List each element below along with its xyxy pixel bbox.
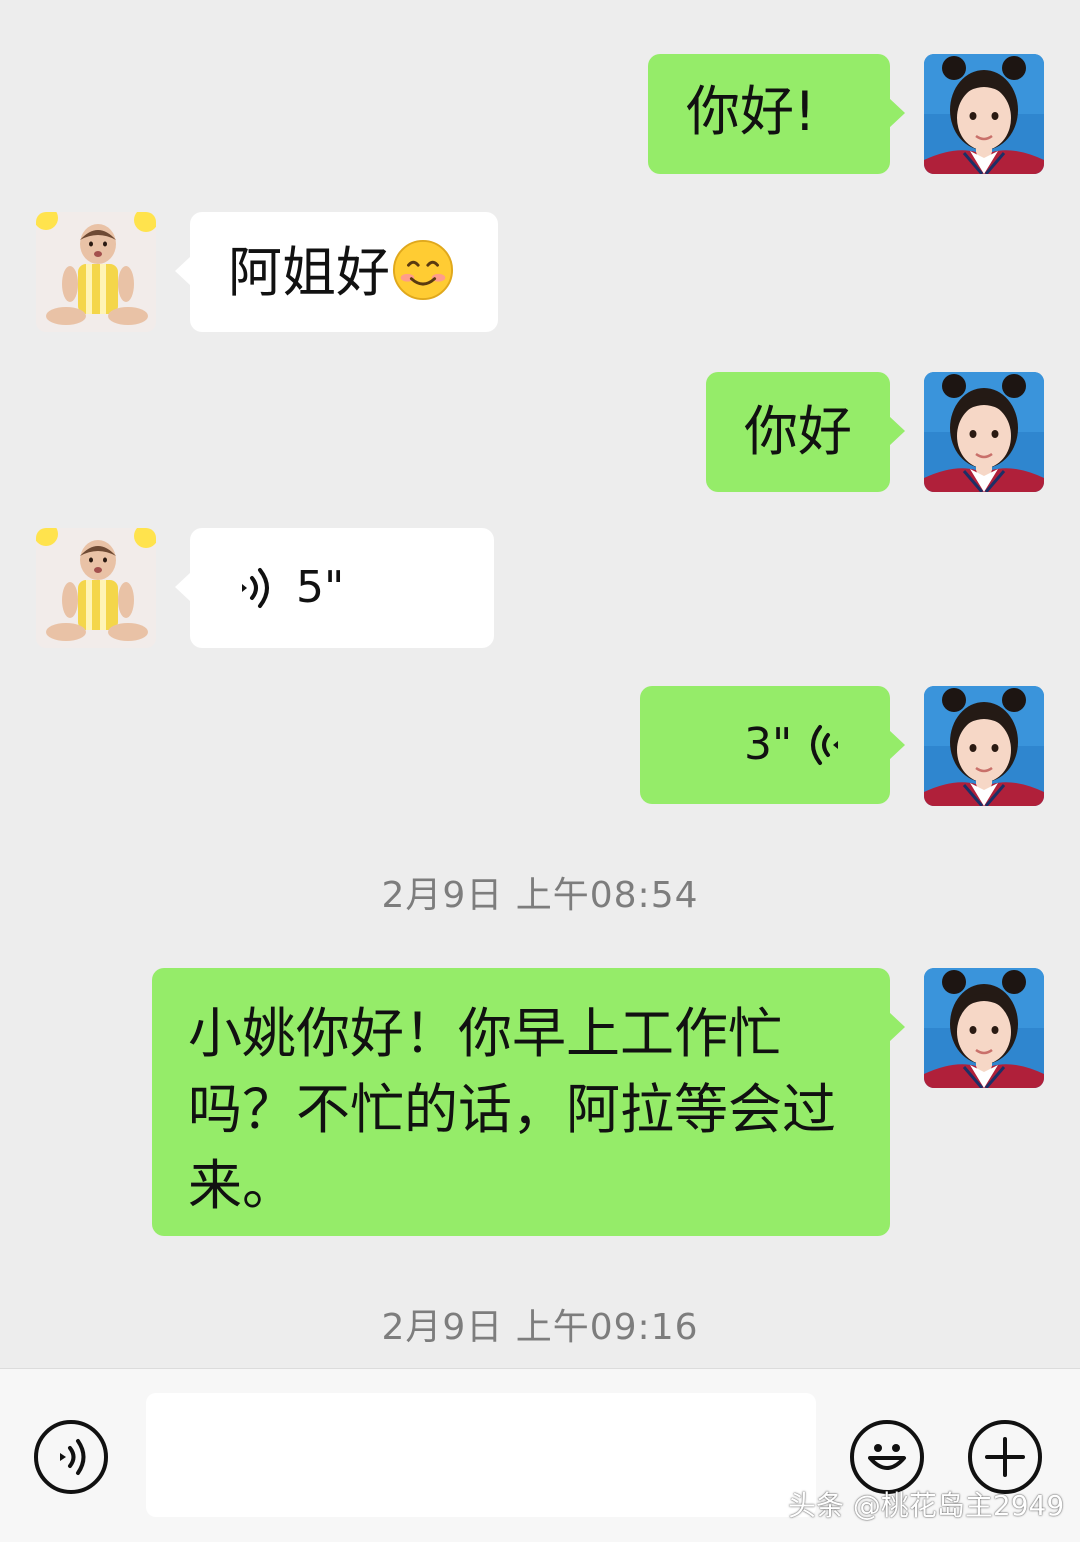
voice-wave-icon — [811, 725, 839, 765]
message-bubble-sent[interactable]: 你好! — [648, 54, 905, 174]
emoji-button[interactable] — [850, 1420, 924, 1494]
message-input[interactable] — [146, 1393, 816, 1517]
voice-message-sent[interactable]: 3" — [640, 686, 905, 804]
message-text-line: 吗？不忙的话，阿拉等会过 — [188, 1078, 836, 1141]
voice-duration: 3" — [744, 719, 793, 770]
avatar-self[interactable] — [924, 54, 1044, 174]
avatar-image — [924, 686, 1044, 806]
avatar-self[interactable] — [924, 686, 1044, 806]
watermark-text: 头条 @桃花岛主2949 — [788, 1489, 1065, 1522]
avatar-image — [36, 528, 156, 648]
message-text: 你好! — [686, 80, 816, 143]
message-timestamp: 2月9日 上午08:54 — [381, 875, 699, 916]
avatar-self[interactable] — [924, 372, 1044, 492]
message-text: 你好 — [744, 400, 852, 463]
message-text: 阿姐好 — [228, 241, 390, 304]
avatar-image — [924, 968, 1044, 1088]
chat-area[interactable]: 你好! 阿姐好 你好 5" 3" 2月9日 上午08:54 小姚你好！你早上工作… — [0, 0, 1080, 1368]
message-bubble-sent[interactable]: 你好 — [706, 372, 905, 492]
avatar-contact[interactable] — [36, 212, 156, 332]
message-timestamp: 2月9日 上午09:16 — [381, 1307, 699, 1348]
voice-message-received[interactable]: 5" — [175, 528, 494, 648]
plus-icon — [985, 1437, 1025, 1477]
message-bubble-received[interactable]: 阿姐好 — [175, 212, 498, 332]
smiling-face-emoji-icon — [392, 239, 454, 301]
voice-duration: 5" — [296, 562, 345, 613]
more-options-button[interactable] — [968, 1420, 1042, 1494]
avatar-contact[interactable] — [36, 528, 156, 648]
voice-mode-button[interactable] — [34, 1420, 108, 1494]
message-text-line: 小姚你好！你早上工作忙 — [188, 1002, 782, 1065]
avatar-image — [924, 54, 1044, 174]
avatar-self[interactable] — [924, 968, 1044, 1088]
voice-wave-icon — [242, 568, 269, 608]
message-bubble-sent[interactable]: 小姚你好！你早上工作忙 吗？不忙的话，阿拉等会过 来。 — [152, 968, 905, 1236]
voice-mode-icon — [60, 1439, 86, 1475]
avatar-image — [36, 212, 156, 332]
message-text-line: 来。 — [188, 1154, 296, 1217]
avatar-image — [924, 372, 1044, 492]
emoji-icon — [868, 1444, 906, 1470]
